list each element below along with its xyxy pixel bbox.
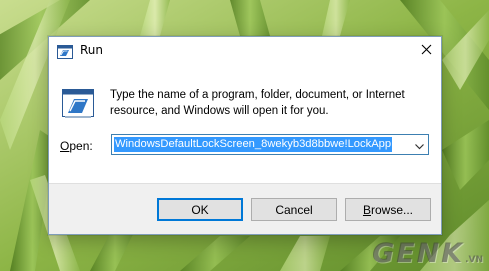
open-input[interactable]: WindowsDefaultLockScreen_8wekyb3d8bbwe!L… (114, 137, 393, 152)
title-bar[interactable]: Run (49, 37, 441, 66)
watermark-suffix: .VN (465, 255, 483, 265)
dialog-footer: OK Cancel Browse... (49, 183, 441, 234)
chevron-down-icon (414, 135, 424, 154)
run-dialog: Run Type the name of a program, folder, … (48, 36, 442, 235)
browse-label: rowse... (371, 202, 414, 217)
browse-accesskey: B (362, 202, 371, 217)
cancel-button[interactable]: Cancel (251, 198, 337, 221)
watermark-logo: GENK.VN (372, 238, 483, 269)
ok-button[interactable]: OK (157, 198, 243, 221)
browse-button[interactable]: Browse... (345, 198, 431, 221)
open-label-text: pen: (69, 139, 93, 153)
run-icon (57, 44, 73, 59)
dialog-description: Type the name of a program, folder, docu… (110, 89, 405, 117)
open-combobox[interactable]: WindowsDefaultLockScreen_8wekyb3d8bbwe!L… (111, 134, 429, 155)
watermark-text: GENK (371, 238, 465, 269)
dialog-content: Type the name of a program, folder, docu… (49, 66, 441, 183)
run-icon (62, 89, 94, 119)
open-label-accesskey: O (60, 139, 70, 153)
open-label: Open: (60, 139, 93, 153)
close-button[interactable] (411, 37, 441, 61)
dialog-title: Run (80, 43, 104, 57)
dropdown-button[interactable] (411, 136, 427, 153)
close-icon (421, 40, 432, 59)
